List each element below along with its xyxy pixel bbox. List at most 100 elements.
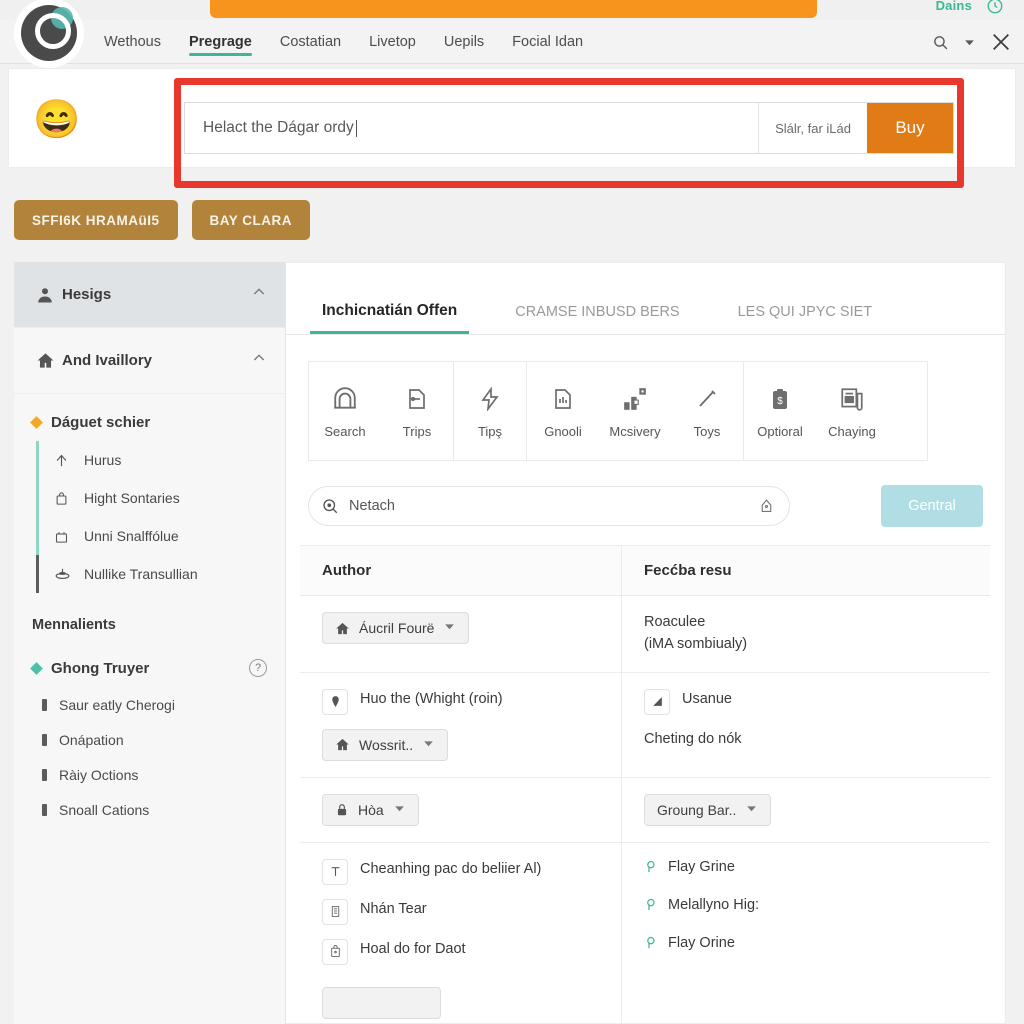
- toolbar-item-search[interactable]: Search: [309, 362, 381, 460]
- nav-item-0[interactable]: Wethous: [104, 20, 161, 64]
- toolbar-item-gnooli[interactable]: Gnooli: [527, 362, 599, 460]
- avatar: 😄: [33, 99, 81, 141]
- documents-icon: [839, 384, 865, 414]
- sidebar-group-label: Ghong Truyer: [51, 659, 150, 677]
- toolbar-item-toys[interactable]: Toys: [671, 362, 743, 460]
- nav-item-5[interactable]: Focial Idan: [512, 20, 583, 64]
- sidebar: Hesigs And Ivaillory Dáguet schier Hurus…: [14, 262, 286, 1024]
- pin-icon: [644, 897, 659, 912]
- sidebar-item-label: Unni Snalffólue: [84, 528, 179, 544]
- svg-text:$: $: [777, 396, 783, 407]
- toolbar-item-tips[interactable]: Tipş: [454, 362, 526, 460]
- global-search-pill[interactable]: [210, 0, 817, 18]
- search-input-wrapper[interactable]: Helact the Dágar ordy: [185, 103, 760, 153]
- user-icon: [36, 286, 62, 304]
- app-root: Dains Wethous Pregrage Costatian Livetop…: [0, 0, 1024, 1024]
- pin-icon: [644, 935, 659, 950]
- action-button-0[interactable]: SFFI6K HRAMAüI5: [14, 200, 178, 240]
- help-circle-icon[interactable]: ?: [249, 659, 267, 677]
- table-cell-value: Groung Bar..: [622, 778, 990, 842]
- home-icon: [335, 737, 350, 752]
- data-table: Author Fecćba resu Áucril Fourë Roaculee…: [300, 545, 990, 1024]
- nav-item-4[interactable]: Uepils: [444, 20, 484, 64]
- sidebar-item-onapation[interactable]: Onápation: [42, 722, 285, 757]
- author-item-label: Nhán Tear: [360, 900, 427, 917]
- nav-item-1[interactable]: Pregrage: [188, 20, 252, 64]
- tab-les-qui-jpyc-siet[interactable]: LES QUI JPYC SIET: [738, 304, 873, 334]
- toolbar-item-mcsivery[interactable]: Mcsivery: [599, 362, 671, 460]
- chevron-down-icon[interactable]: [393, 802, 406, 818]
- author-chip-partial[interactable]: [322, 986, 442, 1019]
- sidebar-item-saur-eatly-cherogi[interactable]: Saur eatly Cherogi: [42, 687, 285, 722]
- author-item-label: Huo the (Whight (roin): [360, 690, 503, 707]
- sidebar-header-and-ivaillory[interactable]: And Ivaillory: [14, 328, 285, 394]
- nav-item-3[interactable]: Livetop: [369, 20, 416, 64]
- value-tag[interactable]: Flay Orine: [644, 935, 972, 951]
- value-tag-label: Melallyno Hig:: [668, 896, 760, 913]
- rail-indicator: [36, 555, 39, 593]
- sidebar-item-unni-snalffolue[interactable]: Unni Snalffólue: [36, 517, 285, 555]
- chevron-down-icon[interactable]: [963, 36, 976, 49]
- sidebar-header-hesigs[interactable]: Hesigs: [14, 262, 285, 328]
- sidebar-item-label: Snoall Cations: [59, 801, 150, 818]
- value-text: Cheting do nók: [644, 730, 742, 747]
- app-logo[interactable]: [14, 0, 84, 68]
- table-search-input[interactable]: Netach: [308, 486, 790, 526]
- top-strip: Dains: [0, 0, 1024, 20]
- toolbar-item-optioral[interactable]: $ Optioral: [744, 362, 816, 460]
- star-icon[interactable]: [758, 498, 775, 515]
- sidebar-item-label: Onápation: [59, 731, 124, 748]
- nav-item-2[interactable]: Costatian: [280, 20, 341, 64]
- sidebar-item-snoall-cations[interactable]: Snoall Cations: [42, 792, 285, 827]
- author-item[interactable]: Huo the (Whight (roin): [322, 688, 603, 715]
- author-item[interactable]: Hoal do for Daot: [322, 938, 603, 965]
- home-icon: [36, 351, 62, 370]
- list-icon: [322, 898, 348, 925]
- sidebar-item-hight-sontaries[interactable]: Hight Sontaries: [36, 479, 285, 517]
- value-tag[interactable]: Flay Grine: [644, 859, 972, 875]
- author-chip[interactable]: Wossrit..: [322, 728, 449, 761]
- tab-inchicnatian-offen[interactable]: Inchicnatián Offen: [309, 302, 470, 334]
- gentral-button[interactable]: Gentral: [881, 485, 983, 527]
- author-item[interactable]: Cheanhing pac do beliier Al): [322, 858, 603, 885]
- author-chip[interactable]: Hòa: [322, 793, 419, 826]
- action-button-1[interactable]: BAY CLARA: [191, 200, 311, 240]
- search-input[interactable]: Helact the Dágar ordy: [203, 119, 354, 137]
- value-chip[interactable]: Groung Bar..: [644, 793, 772, 826]
- chevron-down-icon[interactable]: [745, 802, 758, 818]
- icon-group-2: Gnooli Mcsivery Toys: [527, 362, 744, 460]
- sidebar-group-label: Dáguet schier: [51, 414, 151, 431]
- icon-toolbar: Search Trips Tipş Gnooli Mcsivery Toys $…: [308, 361, 928, 461]
- hero-search-bar[interactable]: Helact the Dágar ordy Slálr, far iLád Bu…: [184, 102, 954, 154]
- buy-button[interactable]: Buy: [867, 103, 953, 153]
- toolbar-item-chaying[interactable]: Chaying: [816, 362, 888, 460]
- sidebar-item-hurus[interactable]: Hurus: [36, 441, 285, 479]
- table-cell-value: Usanue Cheting do nók: [622, 673, 990, 777]
- author-item[interactable]: Nhán Tear: [322, 898, 603, 925]
- sidebar-group-daguet-schier[interactable]: Dáguet schier: [14, 394, 285, 441]
- chevron-up-icon[interactable]: [251, 350, 267, 371]
- column-header-value: Fecćba resu: [644, 562, 732, 579]
- tab-cramse-inbusd-bers[interactable]: CRAMSE INBUSD BERS: [515, 304, 679, 334]
- toolbar-item-trips[interactable]: Trips: [381, 362, 453, 460]
- sidebar-item-raiy-octions[interactable]: Ràiy Octions: [42, 757, 285, 792]
- diamond-icon: [30, 416, 43, 429]
- rail-indicator: [36, 517, 39, 555]
- toolbar-item-label: Toys: [693, 423, 721, 439]
- chevron-down-icon[interactable]: [422, 737, 435, 753]
- search-icon[interactable]: [932, 34, 949, 51]
- sidebar-group-ghong-truyer[interactable]: Ghong Truyer ?: [14, 639, 285, 687]
- table-cell-author: Áucril Fourë: [300, 596, 622, 672]
- search-sub-label[interactable]: Slálr, far iLád: [759, 103, 867, 153]
- archive-search-icon: [332, 384, 358, 414]
- sidebar-item-nullike-transullian[interactable]: Nullike Transullian: [36, 555, 285, 593]
- table-search-value[interactable]: Netach: [349, 498, 758, 514]
- close-icon[interactable]: [990, 31, 1012, 53]
- chevron-up-icon[interactable]: [251, 284, 267, 305]
- table-header-row: Author Fecćba resu: [300, 546, 990, 596]
- rail-indicator: [36, 479, 39, 517]
- chevron-down-icon[interactable]: [443, 620, 456, 636]
- author-chip[interactable]: Áucril Fourë: [322, 612, 470, 644]
- value-tag[interactable]: Melallyno Hig:: [644, 897, 972, 913]
- bolt-icon: [478, 384, 502, 414]
